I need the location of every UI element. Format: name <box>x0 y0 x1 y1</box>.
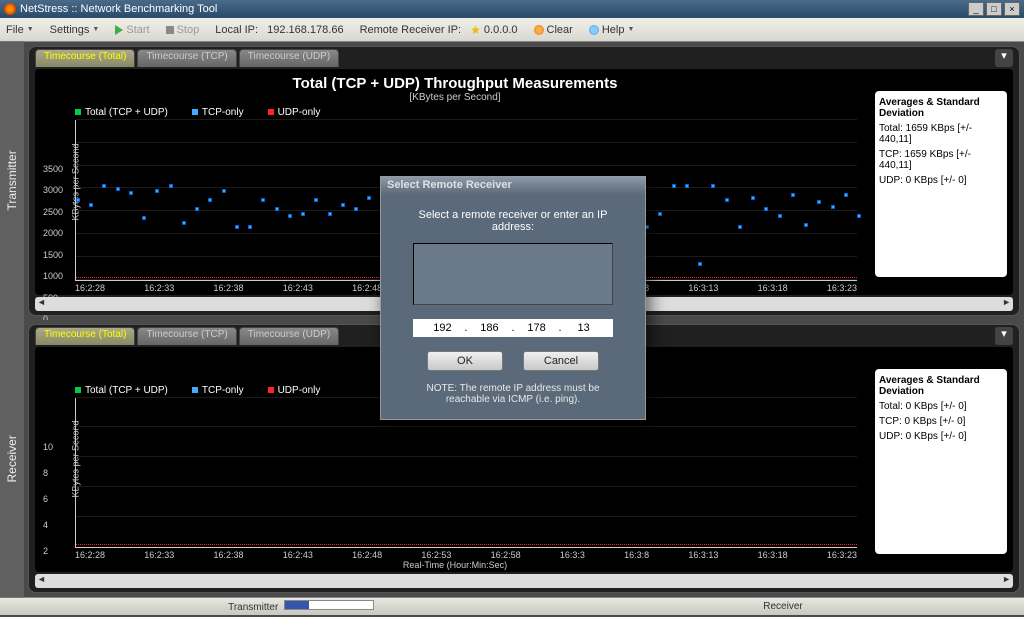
chart-legend: Total (TCP + UDP) TCP-only UDP-only <box>45 103 865 120</box>
star-icon: ★ <box>470 23 481 37</box>
minimize-button[interactable]: _ <box>968 2 984 16</box>
chart-subtitle: [KBytes per Second] <box>45 92 865 103</box>
transmitter-side-label: Transmitter <box>0 42 24 320</box>
status-receiver-label: Receiver <box>763 601 802 612</box>
settings-menu[interactable]: Settings▼ <box>50 24 100 36</box>
app-icon <box>4 3 16 15</box>
help-menu[interactable]: Help▼ <box>589 24 635 36</box>
stop-icon <box>166 26 174 34</box>
transmitter-progress <box>284 600 374 610</box>
plot-area-rx <box>75 398 857 549</box>
receiver-stats: Averages & Standard Deviation Total: 0 K… <box>875 369 1007 555</box>
dialog-title: Select Remote Receiver <box>381 177 645 195</box>
expand-button[interactable]: ▾ <box>995 49 1013 67</box>
receiver-listbox[interactable] <box>413 243 613 305</box>
tab-tcp-rx[interactable]: Timecourse (TCP) <box>137 327 236 345</box>
close-button[interactable]: × <box>1004 2 1020 16</box>
help-icon <box>589 25 599 35</box>
window-titlebar: NetStress :: Network Benchmarking Tool _… <box>0 0 1024 18</box>
expand-button-rx[interactable]: ▾ <box>995 327 1013 345</box>
remote-ip-label: Remote Receiver IP: ★0.0.0.0 <box>360 23 518 37</box>
udp-line-rx <box>76 544 857 545</box>
tab-udp-rx[interactable]: Timecourse (UDP) <box>239 327 339 345</box>
maximize-button[interactable]: □ <box>986 2 1002 16</box>
toolbar: File▼ Settings▼ Start Stop Local IP: 192… <box>0 18 1024 42</box>
clear-icon <box>534 25 544 35</box>
file-menu[interactable]: File▼ <box>6 24 34 36</box>
status-transmitter-label: Transmitter <box>228 602 278 613</box>
statusbar: Transmitter Receiver <box>0 597 1024 615</box>
remote-ip-value: 0.0.0.0 <box>484 24 518 36</box>
chart-title: Total (TCP + UDP) Throughput Measurement… <box>45 75 865 92</box>
ip-address-input[interactable]: 192. 186. 178. 13 <box>413 319 613 337</box>
tab-total-rx[interactable]: Timecourse (Total) <box>35 327 135 345</box>
start-button[interactable]: Start <box>115 24 149 36</box>
transmitter-stats: Averages & Standard Deviation Total: 165… <box>875 91 1007 277</box>
stop-button[interactable]: Stop <box>166 24 200 36</box>
select-remote-receiver-dialog: Select Remote Receiver Select a remote r… <box>380 176 646 420</box>
tab-tcp[interactable]: Timecourse (TCP) <box>137 49 236 67</box>
local-ip-value: 192.168.178.66 <box>267 24 343 36</box>
window-title: NetStress :: Network Benchmarking Tool <box>20 3 217 15</box>
x-ticks-rx: 16:2:2816:2:3316:2:3816:2:4316:2:4816:2:… <box>75 550 857 560</box>
clear-button[interactable]: Clear <box>534 24 573 36</box>
dialog-note: NOTE: The remote IP address must be reac… <box>399 383 627 405</box>
dialog-prompt: Select a remote receiver or enter an IP … <box>399 209 627 233</box>
cancel-button[interactable]: Cancel <box>523 351 599 371</box>
x-axis-label: Real-Time (Hour:Min:Sec) <box>45 560 865 570</box>
ok-button[interactable]: OK <box>427 351 503 371</box>
local-ip-label: Local IP: 192.168.178.66 <box>215 24 343 36</box>
play-icon <box>115 25 123 35</box>
tab-udp[interactable]: Timecourse (UDP) <box>239 49 339 67</box>
receiver-side-label: Receiver <box>0 320 24 598</box>
horizontal-scrollbar-rx[interactable] <box>35 574 1013 588</box>
tab-total[interactable]: Timecourse (Total) <box>35 49 135 67</box>
